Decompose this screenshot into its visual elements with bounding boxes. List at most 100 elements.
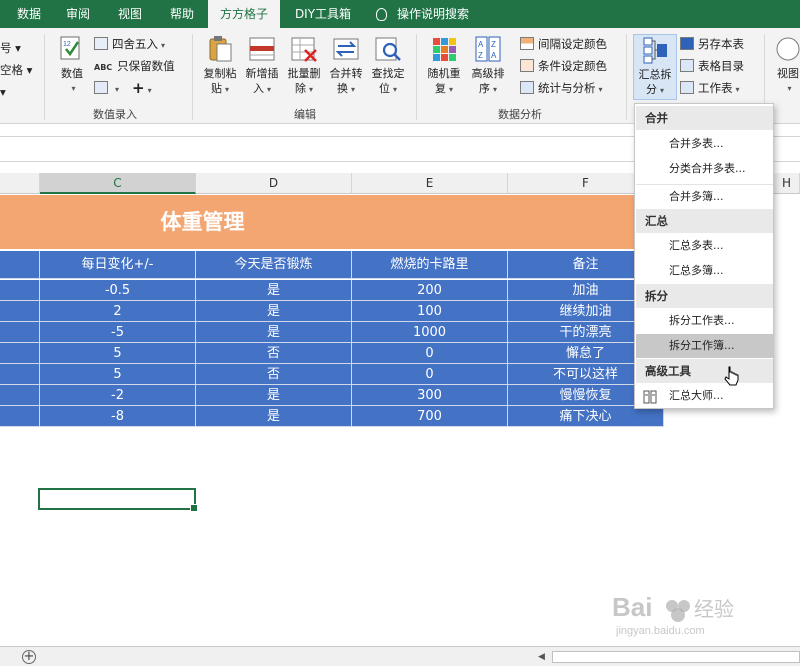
row-cell-b[interactable]: [0, 385, 40, 406]
keep-value-label: 只保留数值: [117, 59, 175, 73]
partial-left-bottom[interactable]: ▾: [0, 82, 6, 102]
row-cell-calories[interactable]: 0: [352, 343, 508, 364]
save-as-table-button[interactable]: 另存本表: [680, 34, 744, 54]
edit-values-button[interactable]: ▾: [94, 78, 119, 98]
tab-diy-toolbox[interactable]: DIY工具箱: [288, 0, 358, 28]
tab-review[interactable]: 审阅: [56, 0, 100, 28]
row-cell-daily-change[interactable]: -8: [40, 406, 196, 427]
partial-left-middle[interactable]: 空格 ▾: [0, 60, 32, 80]
row-cell-b[interactable]: [0, 364, 40, 385]
random-reorder-button[interactable]: 随机重 复 ▾: [422, 34, 466, 100]
stats-analysis-button[interactable]: 统计与分析 ▾: [520, 78, 603, 98]
table-header-calories[interactable]: 燃烧的卡路里: [352, 251, 508, 279]
scroll-left-arrow[interactable]: ◀: [538, 650, 550, 664]
menu-section-merge: 合并: [636, 106, 773, 130]
tab-view[interactable]: 视图: [108, 0, 152, 28]
svg-text:A: A: [478, 40, 484, 49]
merge-convert-label-1: 合并转: [329, 67, 363, 80]
row-cell-exercised[interactable]: 是: [196, 385, 352, 406]
keep-value-button[interactable]: ABC 只保留数值: [94, 56, 175, 76]
row-cell-daily-change[interactable]: 5: [40, 364, 196, 385]
row-cell-daily-change[interactable]: -5: [40, 322, 196, 343]
row-cell-b[interactable]: [0, 406, 40, 427]
row-cell-exercised[interactable]: 是: [196, 406, 352, 427]
row-cell-b[interactable]: [0, 343, 40, 364]
table-header-exercised[interactable]: 今天是否锻炼: [196, 251, 352, 279]
row-cell-calories[interactable]: 0: [352, 364, 508, 385]
row-cell-exercised[interactable]: 是: [196, 301, 352, 322]
plus-button[interactable]: + ▾: [132, 78, 152, 98]
find-magnifier-icon: [373, 34, 403, 64]
row-cell-daily-change[interactable]: 2: [40, 301, 196, 322]
row-cell-b[interactable]: [0, 322, 40, 343]
clipboard-icon: [205, 34, 235, 64]
row-cell-daily-change[interactable]: -0.5: [40, 280, 196, 301]
summary-split-button[interactable]: 汇总拆 分 ▾: [633, 34, 677, 100]
advanced-sort-button[interactable]: AZZA 高级排 序 ▾: [466, 34, 510, 100]
column-header-b[interactable]: [0, 173, 40, 194]
view-button-partial[interactable]: 视图 ▾: [770, 34, 800, 100]
view-label: 视图: [777, 67, 799, 80]
menu-item-split-workbook[interactable]: 拆分工作簿...: [636, 334, 773, 358]
round-button[interactable]: 四舍五入 ▾: [94, 34, 165, 54]
add-sheet-icon[interactable]: +: [22, 650, 36, 664]
row-cell-daily-change[interactable]: 5: [40, 343, 196, 364]
column-header-c[interactable]: C: [40, 173, 196, 194]
insert-button[interactable]: 新增插 入 ▾: [240, 34, 284, 100]
pencil-icon: [94, 81, 108, 94]
table-header-daily-change[interactable]: 每日变化+/-: [40, 251, 196, 279]
tab-fangfanggezi[interactable]: 方方格子: [208, 0, 280, 28]
horizontal-scrollbar[interactable]: [552, 651, 800, 663]
row-cell-exercised[interactable]: 否: [196, 343, 352, 364]
row-cell-exercised[interactable]: 是: [196, 322, 352, 343]
row-cell-calories[interactable]: 200: [352, 280, 508, 301]
copy-paste-button[interactable]: 复制粘 贴 ▾: [198, 34, 242, 100]
column-header-h[interactable]: H: [774, 173, 800, 194]
batch-delete-button[interactable]: 批量删 除 ▾: [282, 34, 326, 100]
sheet-title-band[interactable]: 体重管理: [0, 195, 663, 249]
condition-color-button[interactable]: 条件设定颜色: [520, 56, 607, 76]
tab-data[interactable]: 数据: [8, 0, 50, 28]
row-cell-exercised[interactable]: 否: [196, 364, 352, 385]
row-cell-calories[interactable]: 1000: [352, 322, 508, 343]
row-cell-daily-change[interactable]: -2: [40, 385, 196, 406]
table-header-b[interactable]: [0, 251, 40, 279]
round-label: 四舍五入: [112, 37, 158, 51]
row-cell-calories[interactable]: 700: [352, 406, 508, 427]
lightbulb-icon: [376, 8, 387, 21]
ribbon-tab-bar: 数据 审阅 视图 帮助 方方格子 DIY工具箱 操作说明搜索: [0, 0, 800, 28]
row-cell-notes[interactable]: 痛下决心: [508, 406, 664, 427]
worksheet-button[interactable]: 工作表 ▾: [680, 78, 740, 98]
selected-cell[interactable]: [38, 488, 198, 512]
menu-item-summarize-workbooks[interactable]: 汇总多簿...: [636, 259, 773, 283]
column-header-e[interactable]: E: [352, 173, 508, 194]
value-button[interactable]: 12 数值 ▾: [50, 34, 94, 100]
delete-grid-icon: [289, 34, 319, 64]
row-cell-calories[interactable]: 300: [352, 385, 508, 406]
tab-tell-me-search[interactable]: 操作说明搜索: [376, 0, 492, 28]
menu-item-summary-master[interactable]: 汇总大师...: [636, 384, 773, 408]
menu-item-split-worksheet[interactable]: 拆分工作表...: [636, 309, 773, 333]
analysis-group-label: 数据分析: [498, 108, 542, 121]
column-header-d[interactable]: D: [196, 173, 352, 194]
find-locate-button[interactable]: 查找定 位 ▾: [366, 34, 410, 100]
random-grid-icon: [429, 34, 459, 64]
menu-item-merge-workbooks[interactable]: 合并多簿...: [636, 184, 773, 208]
partial-left-top[interactable]: 号 ▾: [0, 38, 21, 58]
row-cell-calories[interactable]: 100: [352, 301, 508, 322]
menu-item-summarize-sheets[interactable]: 汇总多表...: [636, 234, 773, 258]
condition-color-icon: [520, 59, 534, 72]
baidu-watermark: Bai 经验 jingyan.baidu.com: [608, 588, 758, 638]
menu-item-category-merge-sheets[interactable]: 分类合并多表...: [636, 157, 773, 181]
interval-color-label: 间隔设定颜色: [538, 37, 607, 51]
tab-help[interactable]: 帮助: [160, 0, 204, 28]
merge-convert-button[interactable]: 合并转 换 ▾: [324, 34, 368, 100]
menu-item-merge-sheets[interactable]: 合并多表...: [636, 132, 773, 156]
row-cell-b[interactable]: [0, 301, 40, 322]
row-cell-b[interactable]: [0, 280, 40, 301]
tell-me-label: 操作说明搜索: [397, 7, 470, 21]
table-dir-button[interactable]: 表格目录: [680, 56, 744, 76]
interval-color-button[interactable]: 间隔设定颜色: [520, 34, 607, 54]
row-cell-exercised[interactable]: 是: [196, 280, 352, 301]
summary-master-label: 汇总大师...: [669, 389, 724, 402]
